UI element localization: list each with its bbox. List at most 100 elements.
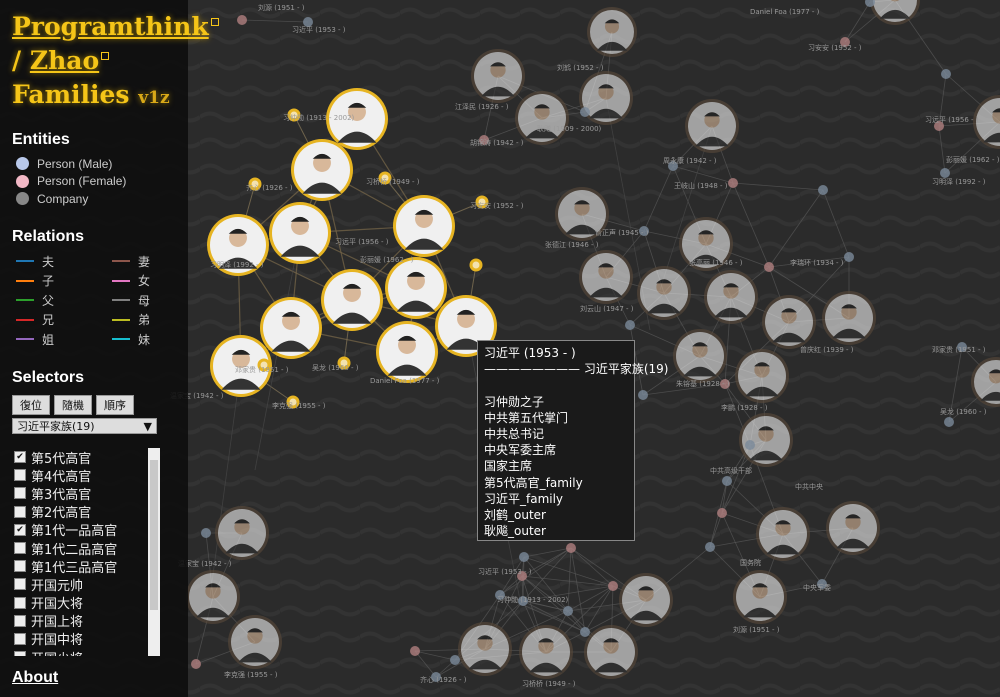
person-node-highlighted[interactable] xyxy=(260,297,322,359)
person-node[interactable] xyxy=(739,413,793,467)
person-dot[interactable] xyxy=(722,476,732,486)
person-dot[interactable] xyxy=(941,69,951,79)
entity-dot-icon xyxy=(16,174,29,188)
checkbox[interactable] xyxy=(14,469,26,482)
checklist-item[interactable]: ✔ 第5代高官 xyxy=(12,448,160,467)
person-label: 刘源 (1951 - ) xyxy=(258,3,305,12)
person-dot[interactable] xyxy=(940,168,950,178)
checkbox[interactable] xyxy=(14,651,26,656)
person-node[interactable] xyxy=(186,570,240,624)
checkbox[interactable]: ✔ xyxy=(14,523,26,536)
person-node[interactable] xyxy=(735,349,789,403)
checkbox[interactable]: ✔ xyxy=(14,451,26,464)
checkbox[interactable] xyxy=(14,578,26,591)
checklist-scrollbar[interactable] xyxy=(148,448,160,656)
person-node[interactable] xyxy=(579,71,633,125)
checklist-item[interactable]: ✔ 第1代一品高官 xyxy=(12,521,160,539)
person-dot[interactable] xyxy=(191,659,201,669)
checklist-item[interactable]: 第1代二品高官 xyxy=(12,539,160,558)
random-button[interactable]: 隨機 xyxy=(54,395,92,415)
person-node[interactable] xyxy=(822,291,876,345)
sidebar: Programthink / Zhao Families v1z Entitie… xyxy=(0,0,219,697)
checklist-item[interactable]: 第2代高官 xyxy=(12,503,160,521)
person-node[interactable] xyxy=(471,49,525,103)
person-dot[interactable] xyxy=(844,252,854,262)
order-button[interactable]: 順序 xyxy=(96,395,134,415)
checklist-item[interactable]: 第4代高官 xyxy=(12,466,160,485)
person-dot-highlighted[interactable] xyxy=(469,258,483,272)
checkbox[interactable] xyxy=(14,596,26,609)
person-dot[interactable] xyxy=(764,262,774,272)
checklist-item[interactable]: 第3代高官 xyxy=(12,484,160,503)
external-link-icon xyxy=(210,18,219,26)
checkbox[interactable] xyxy=(14,487,26,500)
checkbox[interactable] xyxy=(14,505,26,518)
about-link[interactable]: About xyxy=(12,669,58,687)
programthink-link[interactable]: Programthink xyxy=(12,12,209,41)
person-node[interactable] xyxy=(579,250,633,304)
person-node[interactable] xyxy=(733,570,787,624)
checklist-item[interactable]: 第1代三品高官 xyxy=(12,557,160,576)
person-node[interactable] xyxy=(519,625,573,679)
person-node-highlighted[interactable] xyxy=(321,269,383,331)
person-dot[interactable] xyxy=(728,178,738,188)
person-node-highlighted[interactable] xyxy=(385,257,447,319)
checkbox[interactable] xyxy=(14,614,26,627)
tooltip-detail: 习仲勋之子 xyxy=(484,394,545,409)
person-node[interactable] xyxy=(762,295,816,349)
person-node[interactable] xyxy=(704,270,758,324)
person-dot[interactable] xyxy=(580,627,590,637)
person-label: 吴龙 (1960 - ) xyxy=(312,363,359,372)
person-node-highlighted[interactable] xyxy=(376,321,438,383)
person-dot[interactable] xyxy=(818,185,828,195)
person-node-highlighted[interactable] xyxy=(269,202,331,264)
checklist-item[interactable]: 开国中将 xyxy=(12,630,160,648)
person-dot[interactable] xyxy=(201,528,211,538)
person-node[interactable] xyxy=(673,329,727,383)
person-dot[interactable] xyxy=(638,390,648,400)
checkbox[interactable] xyxy=(14,560,26,573)
reset-button[interactable]: 復位 xyxy=(12,395,50,415)
checkbox[interactable] xyxy=(14,632,26,645)
person-node[interactable] xyxy=(587,7,637,57)
person-node[interactable] xyxy=(685,99,739,153)
entity-dot-icon xyxy=(16,157,29,171)
checklist-item[interactable]: 开国元帅 xyxy=(12,575,160,594)
person-node[interactable] xyxy=(215,506,269,560)
person-node[interactable] xyxy=(584,625,638,679)
person-dot[interactable] xyxy=(566,543,576,553)
person-dot[interactable] xyxy=(237,15,247,25)
person-node[interactable] xyxy=(515,91,569,145)
family-select[interactable]: 习近平家族(19) ▼ xyxy=(12,418,157,434)
person-dot[interactable] xyxy=(580,107,590,117)
person-label: 习仲勋 (1913 - 2002) xyxy=(497,595,569,604)
person-node[interactable] xyxy=(619,573,673,627)
person-label: 江泽民 (1926 - ) xyxy=(455,103,509,111)
person-dot[interactable] xyxy=(745,440,755,450)
person-node[interactable] xyxy=(637,266,691,320)
person-dot[interactable] xyxy=(410,646,420,656)
person-dot[interactable] xyxy=(625,320,635,330)
person-node-highlighted[interactable] xyxy=(291,139,353,201)
tooltip-detail: 习近平_family xyxy=(484,491,564,506)
person-dot[interactable] xyxy=(608,581,618,591)
person-node[interactable] xyxy=(826,501,880,555)
person-dot[interactable] xyxy=(944,417,954,427)
person-dot[interactable] xyxy=(519,552,529,562)
checklist-item[interactable]: 开国少将 xyxy=(12,648,160,656)
person-node[interactable] xyxy=(458,622,512,676)
person-node[interactable] xyxy=(756,507,810,561)
person-label: 齐心 (1926 - ) xyxy=(246,183,293,192)
person-dot[interactable] xyxy=(563,606,573,616)
checklist-item[interactable]: 开国大将 xyxy=(12,594,160,612)
category-checklist[interactable]: ✔ 第5代高官 第4代高官 第3代高官 第2代高官 ✔ 第1代一品高官 第1代二品高官 第1代三… xyxy=(12,448,160,656)
checklist-item[interactable]: 开国上将 xyxy=(12,612,160,630)
checkbox[interactable] xyxy=(14,542,26,555)
person-dot[interactable] xyxy=(705,542,715,552)
person-dot[interactable] xyxy=(450,655,460,665)
person-node-highlighted[interactable] xyxy=(393,195,455,257)
scrollbar-thumb[interactable] xyxy=(150,460,158,610)
person-dot[interactable] xyxy=(717,508,727,518)
zhao-link[interactable]: Zhao xyxy=(30,46,99,75)
person-node[interactable] xyxy=(228,615,282,669)
